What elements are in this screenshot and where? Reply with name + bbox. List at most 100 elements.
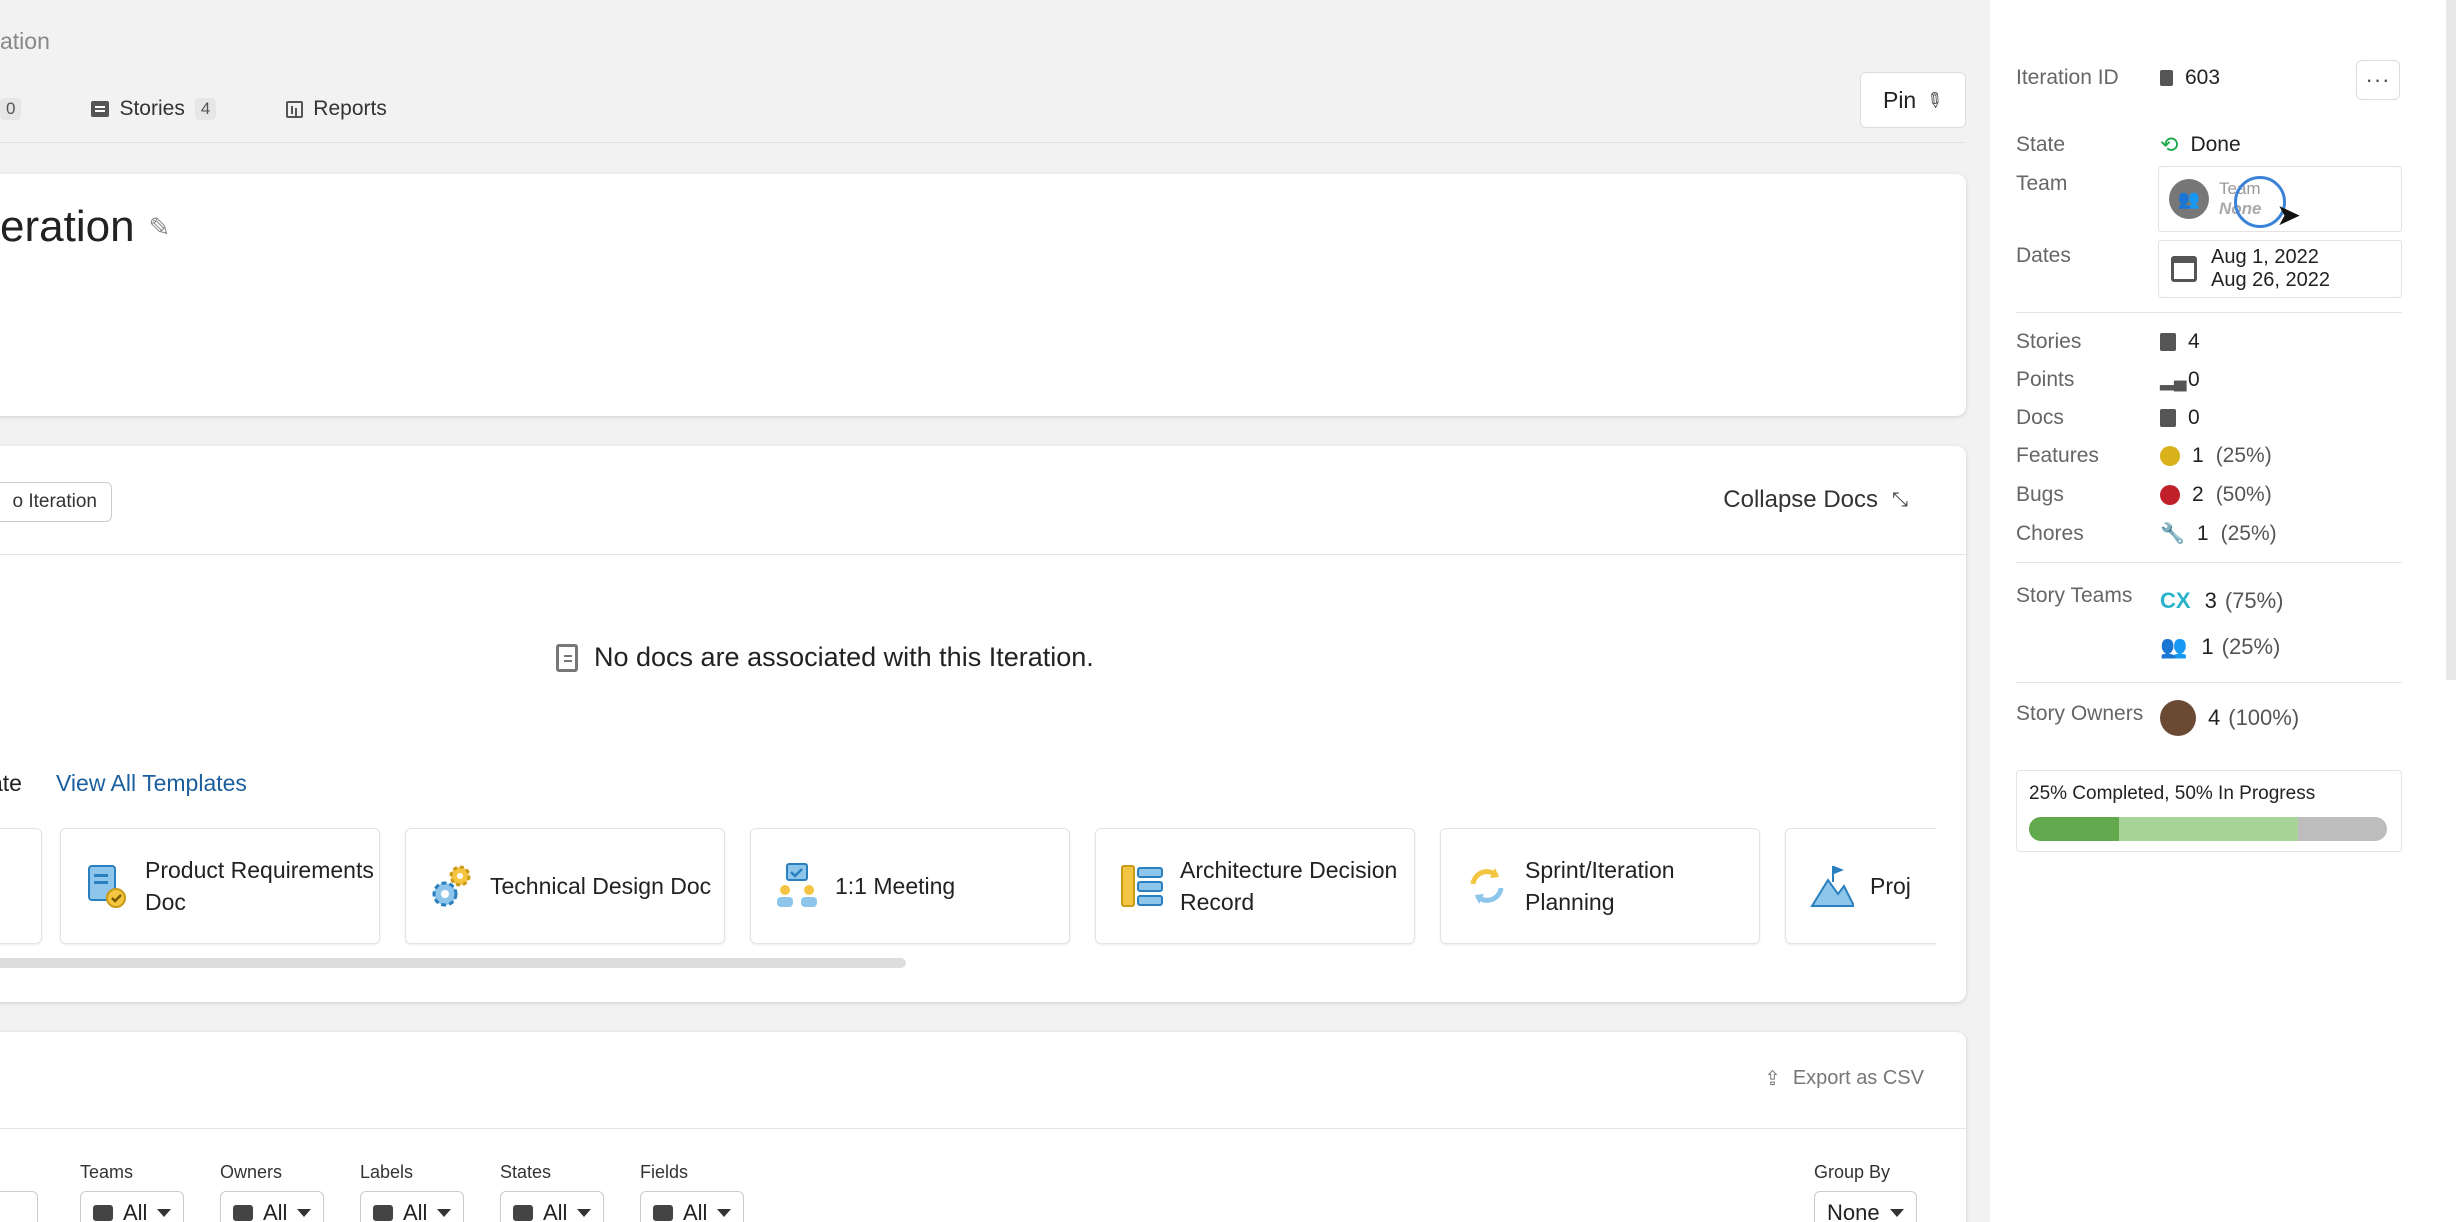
pin-icon: ✎ <box>1920 86 1948 115</box>
filter-search-partial[interactable] <box>0 1162 38 1222</box>
progress-in-progress-fill <box>2118 817 2298 841</box>
template-label: Product Requirements Doc <box>145 857 374 915</box>
docs-icon <box>556 643 578 672</box>
export-csv-button[interactable]: ⇪ Export as CSV <box>1764 1066 1924 1091</box>
story-icon <box>91 101 110 117</box>
caret-down-icon <box>717 1209 732 1217</box>
feature-icon <box>2160 446 2180 466</box>
iteration-id-value: 603 <box>2185 66 2221 89</box>
templates-heading: ate <box>0 770 22 796</box>
done-state-icon: ⟲ <box>2160 132 2179 157</box>
caret-down-icon <box>297 1209 312 1217</box>
divider <box>0 1128 1966 1129</box>
filter-label: Group By <box>1814 1162 1891 1182</box>
calendar-icon <box>2171 256 2197 282</box>
filter-group-by[interactable]: Group By None <box>1814 1162 1917 1222</box>
filter-teams[interactable]: Teams All <box>80 1162 185 1222</box>
caret-down-icon <box>437 1209 452 1217</box>
template-card-architecture-decision[interactable]: Architecture Decision Record <box>1095 828 1415 944</box>
features-row: Features 1 (25%) <box>2016 444 2272 467</box>
story-team-item[interactable]: 👥 1 (25%) <box>2160 634 2280 660</box>
view-all-templates-link[interactable]: View All Templates <box>56 770 247 797</box>
iteration-title-text[interactable]: eration <box>0 202 135 252</box>
template-card-sprint-planning[interactable]: Sprint/Iteration Planning <box>1440 828 1760 944</box>
progress-text: 25% Completed, 50% In Progress <box>2029 783 2316 804</box>
bug-icon <box>2160 485 2180 505</box>
filter-owners[interactable]: Owners All <box>220 1162 325 1222</box>
template-card-technical-design[interactable]: Technical Design Doc <box>405 828 725 944</box>
template-card-product-requirements[interactable]: Product Requirements Doc <box>60 828 380 944</box>
story-teams-row: Story Teams <box>2016 584 2133 607</box>
cycle-arrows-icon <box>1465 862 1509 910</box>
bugs-row: Bugs 2 (50%) <box>2016 483 2272 506</box>
fields-select[interactable]: All <box>640 1191 745 1222</box>
filter-label: States <box>500 1162 552 1182</box>
dates-picker[interactable]: Aug 1, 2022 Aug 26, 2022 <box>2158 240 2402 298</box>
divider <box>2016 682 2402 683</box>
filter-value: All <box>263 1200 288 1222</box>
filter-label: Teams <box>80 1162 134 1182</box>
story-team-item[interactable]: CX 3 (75%) <box>2160 588 2284 614</box>
template-card-partial[interactable] <box>0 828 42 944</box>
progress-bar <box>2029 817 2387 841</box>
dates-label: Dates <box>2016 244 2071 267</box>
sidebar-scrollbar[interactable] <box>2446 0 2456 680</box>
tab-reports[interactable]: Reports <box>286 97 387 121</box>
product-requirements-doc-icon <box>85 862 129 910</box>
collapse-docs-button[interactable]: Collapse Docs ⤡ <box>1723 486 1908 514</box>
filter-states[interactable]: States All <box>500 1162 605 1222</box>
owners-select[interactable]: All <box>220 1191 325 1222</box>
group-by-select[interactable]: None <box>1814 1191 1917 1222</box>
workflow-icon <box>513 1205 533 1221</box>
template-label: 1:1 Meeting <box>835 873 956 899</box>
states-select[interactable]: All <box>500 1191 605 1222</box>
teams-select[interactable]: All <box>80 1191 185 1222</box>
template-label: Technical Design Doc <box>490 873 712 899</box>
iteration-sidebar: Iteration ID 603 ··· State ⟲ Done Team 👥… <box>1990 0 2456 1222</box>
more-actions-button[interactable]: ··· <box>2356 60 2400 100</box>
filter-labels[interactable]: Labels All <box>360 1162 465 1222</box>
team-label: Team <box>2016 172 2068 195</box>
collapse-docs-label: Collapse Docs <box>1723 486 1878 513</box>
story-owner-item[interactable]: 4 (100%) <box>2160 700 2299 736</box>
mountain-flag-icon <box>1810 862 1856 910</box>
filter-value: All <box>403 1200 428 1222</box>
team-row: Team <box>2016 172 2160 196</box>
progress-completed-fill <box>2029 817 2119 841</box>
breadcrumb[interactable]: ation <box>0 28 50 55</box>
copy-icon[interactable] <box>2160 70 2173 86</box>
filter-fields[interactable]: Fields All <box>640 1162 745 1222</box>
edit-pencil-icon[interactable]: ✎ <box>149 212 171 243</box>
filter-value: All <box>683 1200 708 1222</box>
team-avatar-icon: 👥 <box>2169 179 2209 219</box>
caret-down-icon <box>157 1209 172 1217</box>
pin-button[interactable]: Pin ✎ <box>1860 72 1966 128</box>
labels-select[interactable]: All <box>360 1191 465 1222</box>
wrench-icon: 🔧 <box>2160 523 2185 545</box>
filter-value: All <box>543 1200 568 1222</box>
template-card-project[interactable]: Proj <box>1785 828 1936 944</box>
iteration-id-row: Iteration ID 603 <box>2016 66 2220 90</box>
divider <box>2016 312 2402 313</box>
tab-stories-label: Stories <box>119 97 185 120</box>
meeting-people-icon <box>775 862 819 910</box>
story-owners-row: Story Owners <box>2016 702 2144 725</box>
templates-scrollbar[interactable] <box>0 958 906 968</box>
tab-stories-count: 4 <box>194 98 217 120</box>
tab-reports-label: Reports <box>313 97 387 120</box>
divider <box>0 554 1966 555</box>
export-csv-label: Export as CSV <box>1792 1067 1924 1089</box>
tab-docs[interactable]: 0 <box>0 98 22 120</box>
avatar <box>2160 700 2196 736</box>
divider <box>2016 562 2402 563</box>
state-value[interactable]: ⟲ Done <box>2160 132 2241 158</box>
add-doc-to-iteration-button[interactable]: o Iteration <box>0 482 112 522</box>
filter-label: Labels <box>360 1162 414 1182</box>
tab-stories[interactable]: Stories 4 <box>91 97 217 121</box>
iteration-id-label: Iteration ID <box>2016 66 2119 89</box>
caret-down-icon <box>577 1209 592 1217</box>
docs-row: Docs 0 <box>2016 406 2200 429</box>
template-card-one-on-one[interactable]: 1:1 Meeting <box>750 828 1070 944</box>
tab-docs-count: 0 <box>0 98 22 120</box>
state-row: State ⟲ Done <box>2016 132 2241 158</box>
